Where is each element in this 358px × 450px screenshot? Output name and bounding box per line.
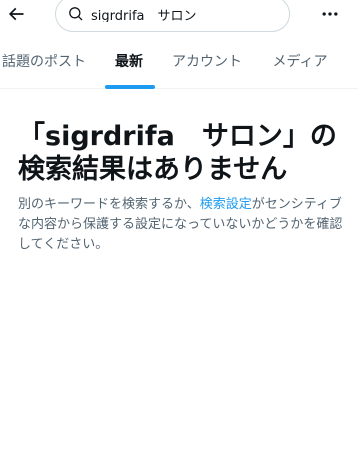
tab-media[interactable]: メディア (268, 34, 332, 88)
active-tab-indicator (105, 85, 155, 89)
search-tabs: 話題のポスト 最新 アカウント メディア (0, 34, 358, 89)
search-input[interactable] (91, 6, 281, 22)
top-bar (0, 0, 358, 34)
more-horizontal-icon (320, 4, 340, 28)
back-button[interactable] (2, 2, 30, 30)
empty-state: 「sigrdrifa サロン」の検索結果はありません 別のキーワードを検索するか… (18, 120, 344, 255)
search-icon (67, 5, 85, 23)
empty-title: 「sigrdrifa サロン」の検索結果はありません (18, 121, 337, 185)
arrow-left-icon (6, 4, 26, 28)
more-button[interactable] (316, 3, 344, 29)
tab-people[interactable]: アカウント (168, 34, 246, 88)
tab-top[interactable]: 話題のポスト (0, 34, 90, 88)
tab-latest[interactable]: 最新 (103, 34, 155, 88)
search-box[interactable] (55, 0, 290, 32)
empty-desc-before: 別のキーワードを検索するか、 (18, 197, 200, 212)
empty-description: 別のキーワードを検索するか、検索設定がセンシティブな内容から保護する設定になって… (18, 195, 344, 255)
search-settings-link[interactable]: 検索設定 (200, 197, 252, 212)
